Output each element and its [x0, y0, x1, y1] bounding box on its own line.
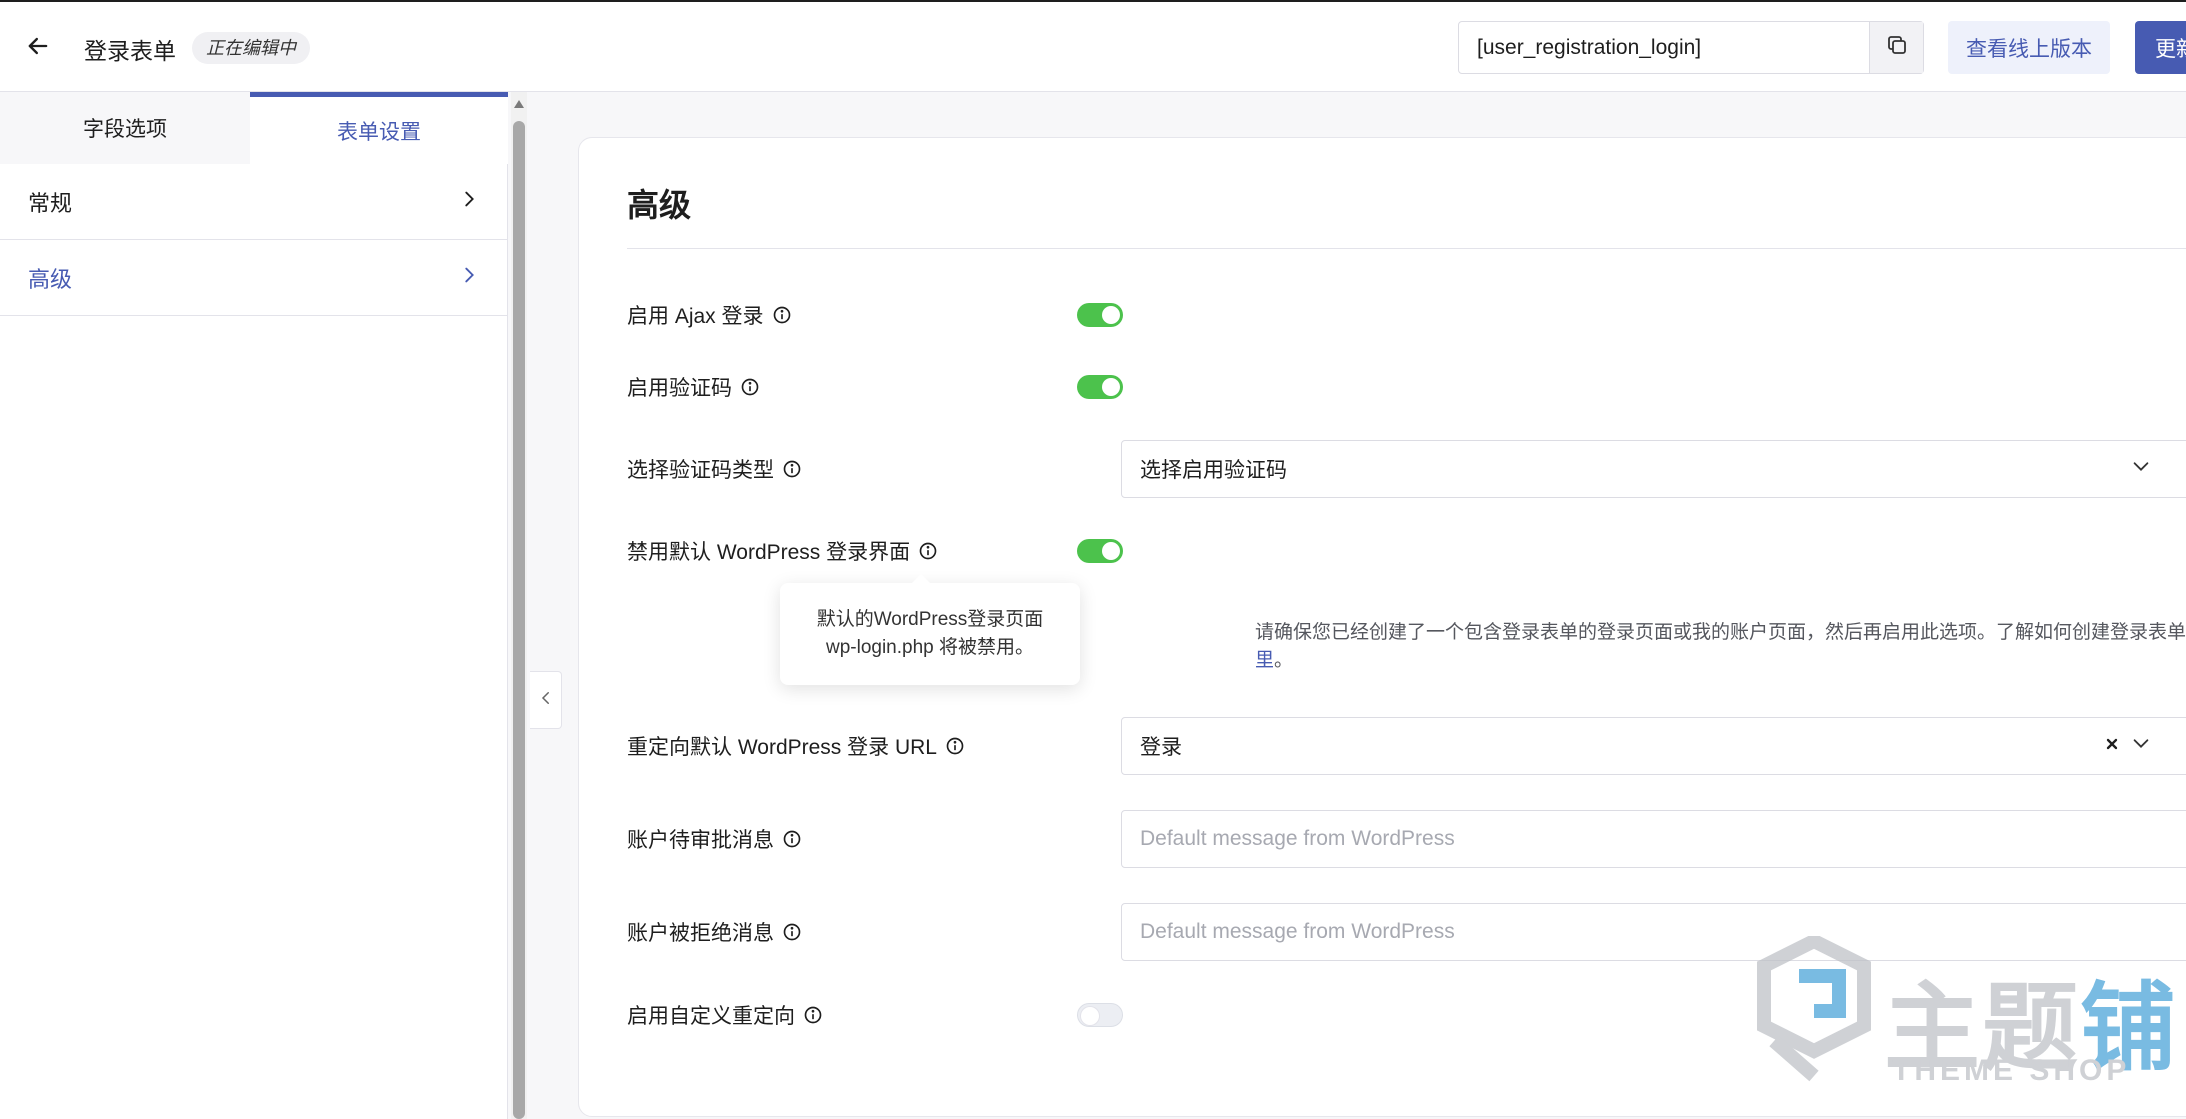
tab-form-settings[interactable]: 表单设置	[250, 92, 508, 164]
clear-selection-icon[interactable]	[2104, 734, 2120, 758]
ajax-login-toggle[interactable]	[1077, 303, 1123, 327]
info-icon[interactable]	[772, 305, 792, 325]
back-button[interactable]	[18, 28, 58, 68]
arrow-left-icon	[24, 32, 52, 65]
captcha-type-select[interactable]: 选择启用验证码	[1121, 440, 2186, 498]
settings-sidebar: 字段选项 表单设置 常规 高级	[0, 92, 508, 1119]
sidebar-item-label: 高级	[28, 266, 73, 292]
custom-redirect-toggle[interactable]	[1077, 1003, 1123, 1027]
redirect-url-select[interactable]: 登录	[1121, 717, 2186, 775]
select-icons	[2130, 455, 2152, 483]
theme-shop-watermark: 主题铺 THEME SHOP	[1744, 936, 2186, 1096]
tooltip-line-2: wp-login.php 将被禁用。	[825, 637, 1035, 658]
help-text-prefix: 请确保您已经创建了一个包含登录表单的登录页面或我的账户页面，然后再启用此选项。了…	[1255, 622, 2186, 643]
captcha-type-label-text: 选择验证码类型	[627, 459, 774, 482]
sidebar-item-general[interactable]: 常规	[0, 164, 508, 240]
tab-field-options[interactable]: 字段选项	[0, 92, 250, 164]
collapse-sidebar-button[interactable]	[530, 671, 562, 729]
ajax-login-label: 启用 Ajax 登录	[627, 300, 792, 330]
info-icon[interactable]	[740, 377, 760, 397]
sidebar-scrollbar-thumb[interactable]	[513, 121, 525, 1119]
custom-redirect-label: 启用自定义重定向	[627, 1000, 823, 1030]
tooltip-line-1: 默认的WordPress登录页面	[816, 609, 1044, 630]
disable-default-login-label: 禁用默认 WordPress 登录界面	[627, 536, 938, 566]
help-text-suffix: 。	[1274, 650, 1294, 671]
watermark-en-text: THEME SHOP	[1892, 1054, 2131, 1087]
view-live-version-button[interactable]: 查看线上版本	[1948, 21, 2110, 74]
info-icon[interactable]	[945, 736, 965, 756]
theme-shop-logo-icon	[1757, 936, 1871, 1082]
scroll-up-arrow-icon[interactable]	[513, 97, 525, 111]
info-icon[interactable]	[803, 1005, 823, 1025]
update-button[interactable]: 更新	[2135, 21, 2186, 74]
copy-icon	[1885, 33, 1909, 62]
denied-message-label: 账户被拒绝消息	[627, 917, 802, 947]
chevron-right-icon	[458, 188, 480, 216]
chevron-down-icon	[2130, 455, 2152, 483]
editing-status-badge: 正在编辑中	[192, 32, 310, 64]
info-icon[interactable]	[782, 922, 802, 942]
disable-login-tooltip: 默认的WordPress登录页面 wp-login.php 将被禁用。	[780, 574, 1080, 685]
pending-message-label: 账户待审批消息	[627, 824, 802, 854]
sidebar-item-label: 常规	[28, 190, 73, 216]
ajax-login-label-text: 启用 Ajax 登录	[627, 305, 764, 328]
captcha-label: 启用验证码	[627, 372, 760, 402]
sidebar-item-advanced[interactable]: 高级	[0, 240, 508, 316]
info-icon[interactable]	[918, 541, 938, 561]
denied-message-label-text: 账户被拒绝消息	[627, 922, 774, 945]
disable-login-help-text: 请确保您已经创建了一个包含登录表单的登录页面或我的账户页面，然后再启用此选项。了…	[1255, 619, 2186, 675]
top-bar: 登录表单 正在编辑中 查看线上版本 更新	[0, 0, 2186, 92]
redirect-url-selected-value: 登录	[1140, 736, 1182, 759]
captcha-label-text: 启用验证码	[627, 377, 732, 400]
copy-shortcode-button[interactable]	[1869, 22, 1923, 73]
shortcode-field	[1458, 21, 1924, 74]
info-icon[interactable]	[782, 829, 802, 849]
chevron-down-icon	[2130, 732, 2152, 760]
redirect-default-url-label-text: 重定向默认 WordPress 登录 URL	[627, 736, 937, 759]
chevron-right-icon	[458, 264, 480, 292]
custom-redirect-label-text: 启用自定义重定向	[627, 1005, 795, 1028]
captcha-toggle[interactable]	[1077, 375, 1123, 399]
captcha-type-label: 选择验证码类型	[627, 454, 802, 484]
sidebar-tabs: 字段选项 表单设置	[0, 92, 508, 164]
captcha-type-selected-value: 选择启用验证码	[1140, 459, 1287, 482]
form-title: 登录表单	[84, 38, 176, 64]
chevron-left-icon	[537, 689, 555, 712]
select-icons	[2104, 732, 2152, 760]
info-icon[interactable]	[782, 459, 802, 479]
panel-divider	[627, 248, 2186, 249]
shortcode-input[interactable]	[1459, 22, 1869, 73]
disable-default-login-toggle[interactable]	[1077, 539, 1123, 563]
redirect-default-url-label: 重定向默认 WordPress 登录 URL	[627, 731, 965, 761]
pending-message-input[interactable]	[1121, 810, 2186, 868]
disable-default-login-label-text: 禁用默认 WordPress 登录界面	[627, 541, 911, 564]
panel-title: 高级	[627, 187, 692, 223]
pending-message-label-text: 账户待审批消息	[627, 829, 774, 852]
